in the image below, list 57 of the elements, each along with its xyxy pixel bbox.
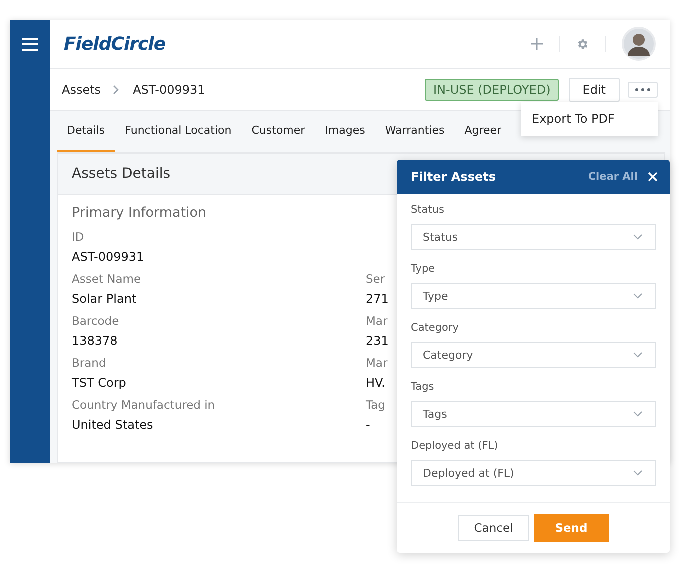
- dropdown-field[interactable]: Status: [411, 224, 656, 250]
- tab[interactable]: Customer: [242, 111, 316, 152]
- breadcrumb-link[interactable]: Assets: [62, 82, 102, 96]
- add-icon[interactable]: [531, 38, 543, 50]
- chevron-down-icon: [633, 293, 643, 299]
- field-value: TST Corp: [72, 376, 126, 390]
- field-value: HV.: [366, 376, 386, 390]
- field-label: Barcode: [72, 314, 120, 328]
- filter-title: Filter Assets: [411, 170, 496, 184]
- filter-label: Type: [411, 263, 436, 275]
- field-label: Mar: [366, 314, 388, 328]
- filter-label: Category: [411, 322, 460, 334]
- field-label: Mar: [366, 356, 388, 370]
- cancel-button[interactable]: Cancel: [458, 515, 530, 541]
- chevron-right-icon: [113, 84, 120, 94]
- close-icon[interactable]: [648, 172, 658, 182]
- chevron-down-icon: [633, 234, 643, 240]
- field-value: United States: [72, 418, 154, 432]
- field-value: AST-009931: [72, 250, 144, 264]
- tab[interactable]: Warranties: [375, 111, 455, 152]
- field-label: Asset Name: [72, 272, 142, 286]
- edit-button[interactable]: Edit: [568, 78, 620, 102]
- field-value: 231: [366, 334, 389, 348]
- dropdown-field[interactable]: Tags: [411, 401, 656, 427]
- settings-icon[interactable]: [576, 38, 589, 50]
- clear-all-link[interactable]: Clear All: [588, 171, 638, 183]
- field-value: 271: [366, 292, 389, 306]
- panel-title: Assets Details: [72, 166, 171, 182]
- tab[interactable]: Agreer: [454, 111, 512, 152]
- field-label: Country Manufactured in: [72, 398, 216, 412]
- more-icon: [635, 88, 651, 92]
- field-label: Brand: [72, 356, 106, 370]
- tab[interactable]: Images: [315, 111, 376, 152]
- breadcrumb-current: AST-009931: [133, 82, 206, 96]
- filter-label: Deployed at (FL): [411, 440, 500, 452]
- field-label: Tag: [366, 398, 386, 412]
- field-label: ID: [72, 230, 84, 244]
- chevron-down-icon: [633, 352, 643, 358]
- dropdown-field[interactable]: Deployed at (FL): [411, 460, 656, 486]
- section-title: Primary Information: [72, 205, 207, 221]
- chevron-down-icon: [633, 470, 643, 476]
- more-button[interactable]: [628, 82, 658, 98]
- dropdown-field[interactable]: Category: [411, 342, 656, 368]
- chevron-down-icon: [633, 411, 643, 417]
- dropdown-field[interactable]: Type: [411, 283, 656, 309]
- logo: FieldCircle: [64, 34, 166, 54]
- avatar[interactable]: [622, 27, 656, 61]
- tab[interactable]: Functional Location: [115, 111, 242, 152]
- field-value: Solar Plant: [72, 292, 137, 306]
- menu-icon[interactable]: [22, 38, 38, 51]
- menu-item[interactable]: Export To PDF: [521, 112, 658, 126]
- filter-label: Status: [411, 204, 446, 216]
- field-value: -: [366, 418, 370, 432]
- status-badge: IN-USE (DEPLOYED): [425, 78, 559, 100]
- field-value: 138378: [72, 334, 118, 348]
- field-label: Ser: [366, 272, 386, 286]
- filter-label: Tags: [411, 381, 436, 393]
